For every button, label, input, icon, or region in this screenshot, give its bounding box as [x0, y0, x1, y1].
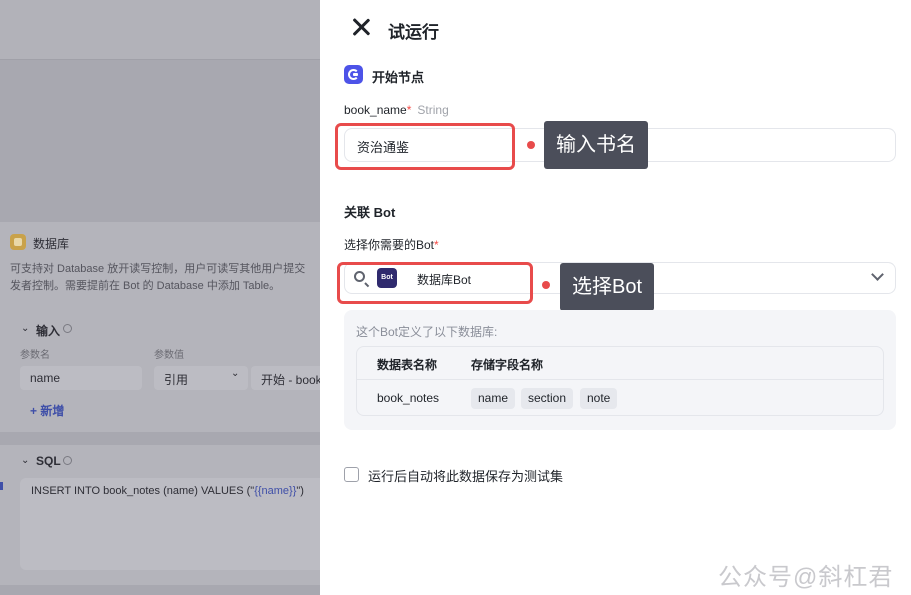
- highlight-box-input: [335, 123, 515, 170]
- save-as-testset-checkbox[interactable]: [344, 467, 359, 482]
- table-name-cell: book_notes: [377, 391, 440, 405]
- input-section-heading: 输入: [36, 324, 61, 338]
- chevron-down-icon[interactable]: ⌄: [21, 455, 29, 466]
- start-node-icon: [344, 65, 363, 84]
- sql-text-end: "): [296, 485, 304, 497]
- top-band: [0, 0, 320, 60]
- database-node-description: 可支持对 Database 放开读写控制，用户可读写其他用户提交 发者控制。需要…: [10, 261, 320, 295]
- select-label-text: 选择你需要的Bot: [344, 238, 435, 252]
- sql-variable: {{name}}: [254, 485, 297, 497]
- database-node-title: 数据库: [33, 237, 70, 251]
- required-mark: *: [406, 103, 412, 117]
- field-tag: section: [521, 388, 574, 409]
- field-tag: note: [580, 388, 618, 409]
- book-name-label: book_name* String: [344, 103, 449, 117]
- callout-select-bot: 选择Bot: [560, 263, 655, 311]
- description-line-2: 发者控制。需要提前在 Bot 的 Database 中添加 Table。: [10, 280, 281, 292]
- field-tag: name: [471, 388, 516, 409]
- field-label-text: book_name: [344, 103, 407, 117]
- database-panel-title: 这个Bot定义了以下数据库:: [356, 325, 498, 339]
- workflow-background: 数据库 可支持对 Database 放开读写控制，用户可读写其他用户提交 发者控…: [0, 0, 320, 595]
- bot-section-heading: 关联 Bot: [344, 205, 396, 220]
- info-icon: [63, 456, 72, 465]
- close-icon[interactable]: [350, 16, 372, 38]
- watermark: 公众号@斜杠君: [718, 564, 894, 591]
- sql-text: INSERT INTO book_notes (name) VALUES (": [31, 485, 255, 497]
- callout-input-book-name: 输入书名: [544, 121, 648, 169]
- chevron-down-icon: ⌄: [231, 368, 240, 379]
- start-node-heading: 开始节点: [372, 70, 425, 85]
- save-as-testset-label[interactable]: 运行后自动将此数据保存为测试集: [368, 466, 563, 485]
- column-header-fields: 存储字段名称: [471, 358, 544, 372]
- chevron-down-icon[interactable]: ⌄: [21, 323, 29, 334]
- bot-select-label: 选择你需要的Bot*: [344, 236, 439, 253]
- add-param-button[interactable]: + 新增: [30, 402, 64, 419]
- param-name-header: 参数名: [20, 350, 50, 361]
- column-header-table-name: 数据表名称: [377, 358, 438, 372]
- table-divider: [357, 379, 883, 380]
- sql-section-heading: SQL: [36, 454, 61, 468]
- param-value-header: 参数值: [154, 350, 184, 361]
- required-mark: *: [434, 238, 439, 252]
- database-icon: [10, 234, 26, 250]
- callout-pointer-dot: [542, 281, 550, 289]
- param-ref-select[interactable]: 开始 - book: [251, 366, 320, 390]
- connection-marker: [0, 482, 3, 490]
- sql-editor[interactable]: INSERT INTO book_notes (name) VALUES ("{…: [20, 478, 320, 570]
- param-name-input[interactable]: name: [20, 366, 142, 390]
- drawer-title: 试运行: [388, 23, 439, 42]
- description-line-1: 可支持对 Database 放开读写控制，用户可读写其他用户提交: [10, 263, 306, 275]
- callout-pointer-dot: [527, 141, 535, 149]
- highlight-box-bot: [337, 262, 533, 304]
- info-icon: [63, 324, 72, 333]
- field-type: String: [417, 103, 449, 117]
